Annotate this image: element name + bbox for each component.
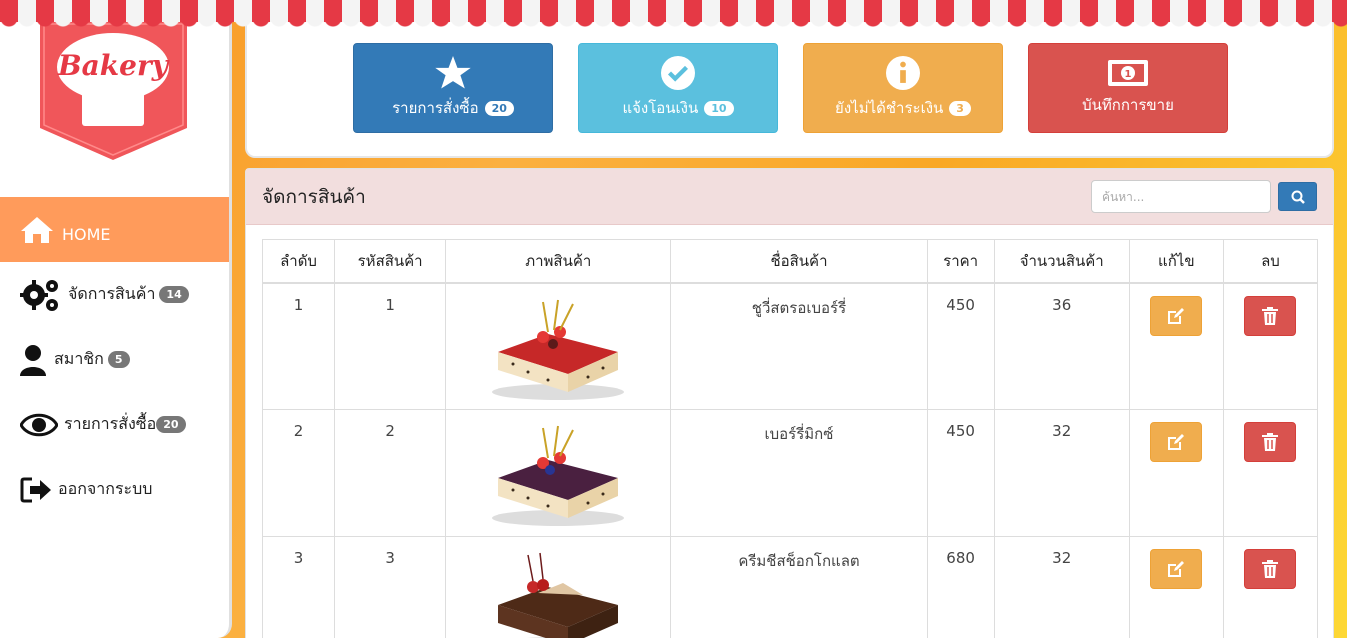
trash-icon [1262, 433, 1279, 451]
table-row: 1 1 ชูวี่สตรอเบอร์รี่ 450 36 [261, 282, 1319, 410]
sidebar-item-home[interactable]: HOME [0, 197, 229, 262]
tile-badge: 20 [484, 101, 514, 116]
edit-button[interactable] [1150, 549, 1203, 589]
col-header: รหัสสินค้า [334, 239, 447, 284]
page-title: จัดการสินค้า [262, 185, 366, 208]
product-quantity: 32 [993, 409, 1130, 537]
row-number: 2 [261, 409, 336, 537]
edit-icon [1168, 561, 1185, 577]
sidebar-item-orders[interactable]: รายการสั่งซื้อ 20 [0, 392, 229, 457]
sidebar-item-products[interactable]: จัดการสินค้า 14 [0, 262, 229, 327]
tile-orders[interactable]: รายการสั่งซื้อ 20 [353, 43, 553, 133]
tile-label: บันทึกการขาย [1082, 96, 1174, 114]
col-header: ลำดับ [261, 239, 336, 284]
col-header: ลบ [1222, 239, 1319, 284]
tile-sales-record[interactable]: 1 บันทึกการขาย [1028, 43, 1228, 133]
manage-products-panel: จัดการสินค้า ลำดับ รหัสสินค้า ภาพสินค้า … [245, 168, 1334, 638]
gears-icon [20, 278, 68, 312]
delete-button[interactable] [1244, 422, 1297, 462]
product-name: เบอร์รี่มิกซ์ [670, 409, 928, 537]
product-image-cell [445, 409, 672, 537]
tile-badge: 3 [949, 101, 971, 116]
product-quantity: 32 [993, 536, 1130, 638]
search-input[interactable] [1091, 180, 1271, 213]
col-header: ราคา [926, 239, 995, 284]
star-icon [435, 56, 471, 89]
info-circle-icon [886, 56, 920, 90]
eye-icon [20, 408, 64, 442]
sign-out-icon [20, 473, 58, 507]
edit-button[interactable] [1150, 295, 1203, 336]
tile-unpaid[interactable]: ยังไม่ได้ชำระเงิน 3 [803, 43, 1003, 133]
tile-badge: 10 [704, 101, 734, 116]
edit-icon [1168, 307, 1185, 324]
tile-payment-notify[interactable]: แจ้งโอนเงิน 10 [578, 43, 778, 133]
sidebar-item-logout[interactable]: ออกจากระบบ [0, 457, 229, 522]
table-header-row: ลำดับ รหัสสินค้า ภาพสินค้า ชื่อสินค้า รา… [261, 239, 1319, 284]
col-header: ชื่อสินค้า [670, 239, 928, 284]
trash-icon [1262, 306, 1279, 325]
product-name: ครีมชีสช็อกโกแลต [670, 536, 928, 638]
products-table: ลำดับ รหัสสินค้า ภาพสินค้า ชื่อสินค้า รา… [261, 239, 1319, 638]
sidebar-item-label: ออกจากระบบ [58, 479, 153, 498]
col-header: ภาพสินค้า [445, 239, 672, 284]
sidebar-item-label: รายการสั่งซื้อ [64, 414, 157, 433]
col-header: แก้ไข [1128, 239, 1224, 284]
product-image [492, 425, 625, 526]
row-number: 3 [261, 536, 336, 638]
tile-label: ยังไม่ได้ชำระเงิน [835, 99, 944, 117]
products-count-badge: 14 [159, 286, 189, 303]
members-count-badge: 5 [107, 351, 130, 368]
sidebar-item-label: สมาชิก [54, 349, 104, 368]
tile-label: แจ้งโอนเงิน [622, 99, 699, 117]
product-code: 1 [334, 282, 447, 410]
awning-decoration [0, 0, 1347, 30]
bakery-logo[interactable]: Bakery [40, 20, 187, 160]
product-price: 680 [926, 536, 995, 638]
product-price: 450 [926, 282, 995, 410]
sidebar-nav: HOME จัดการสินค้า 14 สมาชิก 5 รายการสั่ง… [0, 197, 229, 522]
sidebar-item-label: จัดการสินค้า [68, 284, 156, 303]
product-image-cell [445, 282, 672, 410]
product-image [498, 552, 619, 638]
search-button[interactable] [1278, 182, 1317, 211]
search-icon [1291, 190, 1305, 204]
delete-button[interactable] [1244, 295, 1297, 336]
table-row: 3 3 ครีมชีสช็อกโกแลต 680 32 [261, 536, 1319, 638]
search-form [1091, 180, 1317, 213]
trash-icon [1262, 560, 1279, 578]
panel-heading: จัดการสินค้า [246, 169, 1333, 225]
product-price: 450 [926, 409, 995, 537]
product-name: ชูวี่สตรอเบอร์รี่ [670, 282, 928, 410]
home-icon [20, 213, 60, 247]
row-number: 1 [261, 282, 336, 410]
table-row: 2 2 เบอร์รี่มิกซ์ 450 32 [261, 409, 1319, 537]
edit-button[interactable] [1150, 422, 1203, 462]
user-icon [20, 343, 54, 377]
col-header: จำนวนสินค้า [993, 239, 1130, 284]
product-image-cell [445, 536, 672, 638]
check-circle-icon [661, 56, 695, 90]
sidebar-item-members[interactable]: สมาชิก 5 [0, 327, 229, 392]
product-image [492, 299, 625, 400]
product-quantity: 36 [993, 282, 1130, 410]
sidebar-item-label: HOME [62, 225, 111, 244]
edit-icon [1168, 434, 1185, 450]
tile-label: รายการสั่งซื้อ [392, 99, 479, 117]
sidebar: Bakery HOME จัดการสินค้า 14 สมาชิก 5 ราย… [0, 0, 232, 638]
delete-button[interactable] [1244, 549, 1297, 589]
product-code: 2 [334, 409, 447, 537]
logo-text: Bakery [57, 49, 170, 82]
svg-text:1: 1 [1125, 69, 1132, 80]
money-icon: 1 [1108, 60, 1148, 86]
product-code: 3 [334, 536, 447, 638]
orders-count-badge: 20 [156, 416, 186, 433]
